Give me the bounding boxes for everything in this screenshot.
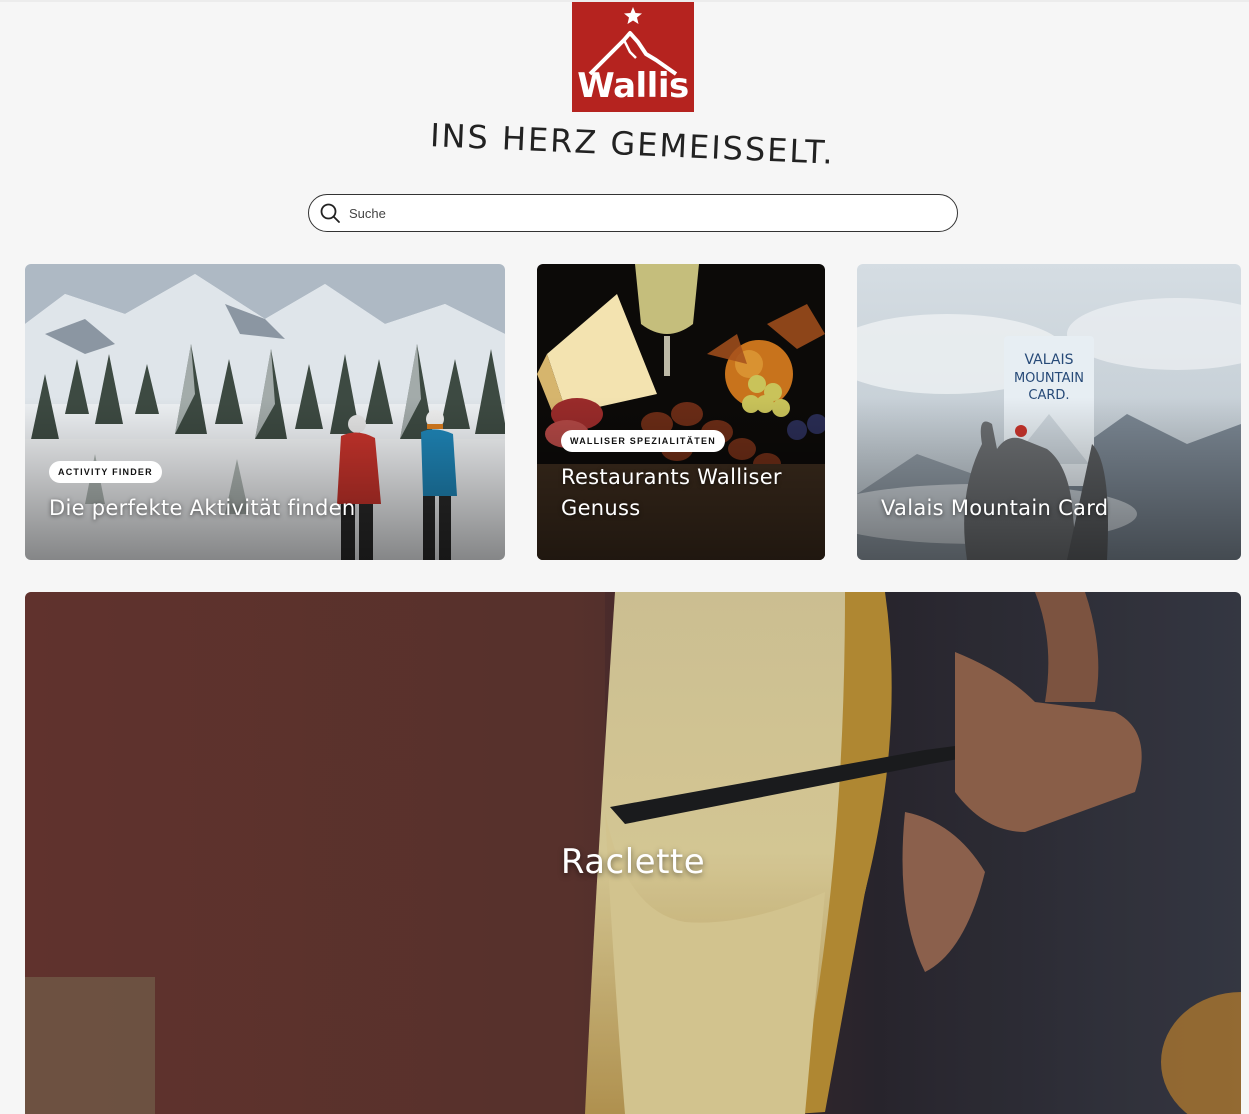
slogan-text: INS HERZ GEMEISSELT. <box>429 116 836 172</box>
search-bar[interactable] <box>308 194 958 232</box>
hero-raclette[interactable]: Raclette <box>25 592 1241 1114</box>
card-tag: ACTIVITY FINDER <box>49 461 162 483</box>
card-restaurants[interactable]: WALLISER SPEZIALITÄTEN Restaurants Walli… <box>537 264 825 560</box>
card-title: Restaurants Walliser Genuss <box>561 465 782 520</box>
card-valais-mountain-card[interactable]: VALAIS MOUNTAIN CARD. Valais Mountain Ca… <box>857 264 1241 560</box>
hero-title: Raclette <box>560 842 706 882</box>
search-input[interactable] <box>349 205 929 221</box>
card-content: ACTIVITY FINDER Die perfekte Aktivität f… <box>49 461 485 524</box>
wallis-logo[interactable]: Wallis <box>572 2 694 112</box>
card-title: Die perfekte Aktivität finden <box>49 496 356 520</box>
card-content: WALLISER SPEZIALITÄTEN Restaurants Walli… <box>561 430 805 524</box>
card-tag: WALLISER SPEZIALITÄTEN <box>561 430 725 452</box>
card-content: Valais Mountain Card <box>881 493 1221 524</box>
slogan: INS HERZ GEMEISSELT. <box>400 116 865 172</box>
logo-wordmark: Wallis <box>577 66 689 106</box>
search-icon[interactable] <box>319 202 341 224</box>
card-title: Valais Mountain Card <box>881 496 1109 520</box>
card-activity-finder[interactable]: ACTIVITY FINDER Die perfekte Aktivität f… <box>25 264 505 560</box>
